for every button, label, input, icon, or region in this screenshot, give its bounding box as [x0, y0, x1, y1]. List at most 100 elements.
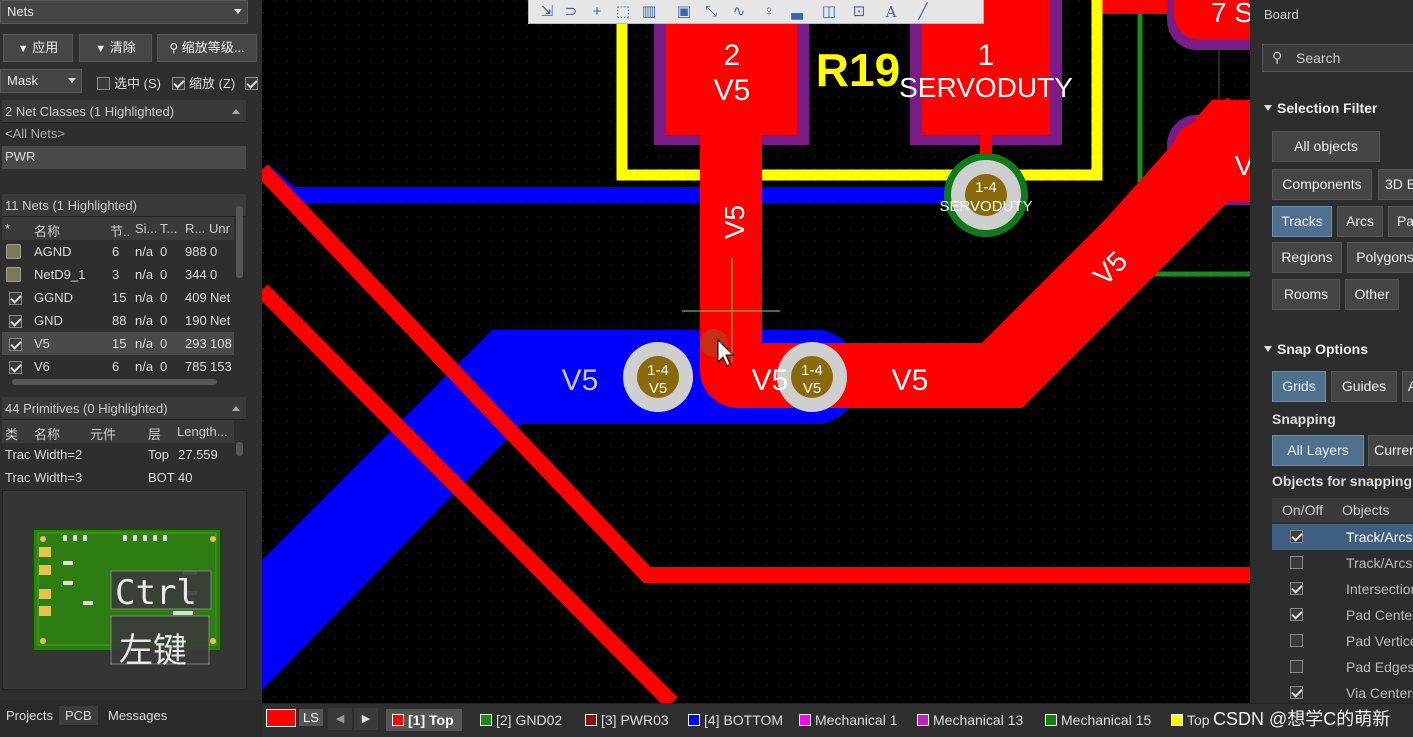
fill-icon[interactable]: ▃ — [787, 2, 807, 22]
text-icon[interactable]: A — [881, 2, 901, 22]
layer-tab[interactable]: Mechanical 13 — [911, 709, 1023, 731]
collapse-icon[interactable] — [232, 109, 240, 114]
snap-current-layer[interactable]: Curren — [1368, 435, 1413, 466]
layer-tab[interactable]: [3] PWR03 — [579, 709, 669, 731]
filter-select-icon[interactable]: ⇲ — [537, 2, 557, 22]
collapse-icon[interactable] — [232, 406, 240, 411]
tune-length-icon[interactable]: ∿ — [729, 2, 749, 22]
select-option[interactable]: 选中 (S) — [97, 73, 161, 92]
search-input[interactable]: ⚲ Search — [1262, 44, 1413, 72]
layer-tab[interactable]: [2] GND02 — [474, 709, 562, 731]
filter-3d-bodies[interactable]: 3D B — [1378, 169, 1413, 200]
tab-messages[interactable]: Messages — [102, 706, 173, 725]
col-component[interactable]: 元件 — [90, 424, 116, 443]
col-t[interactable]: T... — [160, 221, 177, 236]
zoom-level-button[interactable]: ⚲ 缩放等级... — [157, 34, 257, 62]
clear-button[interactable]: ▼ 清除 — [79, 34, 152, 62]
filter-polygons[interactable]: Polygons — [1347, 242, 1413, 273]
filter-components[interactable]: Components — [1272, 169, 1372, 200]
prev-layer-icon[interactable]: ◀ — [328, 708, 352, 730]
mask-dropdown[interactable]: Mask — [0, 69, 82, 93]
snap-object-checkbox[interactable] — [1290, 556, 1303, 569]
nets-dropdown[interactable]: Nets — [0, 0, 248, 24]
snap-axes[interactable]: A — [1402, 371, 1413, 402]
snap-guides[interactable]: Guides — [1331, 371, 1397, 402]
table-row[interactable]: GND 88 n/a 0 190 Net — [2, 309, 234, 332]
table-row[interactable]: AGND 6 n/a 0 988 0 — [2, 240, 234, 263]
align-icon[interactable]: ▥ — [639, 2, 659, 22]
nets-hscrollbar[interactable] — [12, 379, 217, 385]
polygon-icon[interactable]: ◫ — [819, 2, 839, 22]
next-layer-icon[interactable]: ▶ — [354, 708, 378, 730]
net-visible-checkbox[interactable] — [9, 291, 26, 306]
interactive-route-icon[interactable]: ⤡ — [701, 2, 721, 22]
layer-tab[interactable]: Mechanical 15 — [1039, 709, 1151, 731]
snap-object-checkbox[interactable] — [1290, 582, 1303, 595]
filter-arcs[interactable]: Arcs — [1337, 206, 1383, 237]
line-icon[interactable]: ╱ — [913, 2, 933, 22]
table-row[interactable]: GGND 15 n/a 0 409 Net — [2, 286, 234, 309]
extra-checkbox[interactable] — [244, 77, 258, 90]
table-row[interactable]: Trac Width=2 Top 27.559 — [2, 443, 234, 466]
col-unr[interactable]: Unr — [209, 221, 230, 236]
snap-object-row[interactable]: Pad Edges — [1272, 654, 1413, 680]
zoom-checkbox[interactable] — [172, 77, 185, 90]
select-checkbox[interactable] — [97, 77, 110, 90]
apply-button[interactable]: ▼ 应用 — [3, 34, 73, 62]
current-layer-swatch[interactable] — [266, 709, 296, 727]
col-layer[interactable]: 层 — [148, 424, 161, 443]
col-name[interactable]: 名称 — [34, 424, 60, 443]
route-icon[interactable]: ⊃ — [561, 2, 581, 22]
filter-rooms[interactable]: Rooms — [1272, 279, 1340, 310]
filter-other[interactable]: Other — [1345, 279, 1399, 310]
snap-object-row[interactable]: Pad Vertices — [1272, 628, 1413, 654]
col-name[interactable]: 名称 — [34, 221, 60, 240]
snap-object-row[interactable]: Pad Centers — [1272, 602, 1413, 628]
select-rect-icon[interactable]: ⬚ — [613, 2, 633, 22]
table-row[interactable]: V6 6 n/a 0 785 153 — [2, 355, 234, 378]
primitives-scrollbar[interactable] — [236, 442, 243, 456]
snap-object-checkbox[interactable] — [1290, 634, 1303, 647]
nets-scrollbar[interactable] — [236, 206, 243, 278]
zoom-option[interactable]: 缩放 (Z) — [172, 73, 262, 92]
col-star[interactable]: * — [5, 221, 10, 236]
net-visible-checkbox[interactable] — [9, 337, 26, 352]
snap-object-row[interactable]: Track/Arcs — [1272, 524, 1413, 550]
col-si[interactable]: Si... — [135, 221, 157, 236]
tab-pcb[interactable]: PCB — [59, 706, 98, 725]
table-row[interactable]: NetD9_1 3 n/a 0 344 0 — [2, 263, 234, 286]
board-minimap[interactable]: Ctrl 左键 — [2, 490, 247, 690]
net-visible-checkbox[interactable] — [9, 360, 26, 375]
net-color-swatch[interactable] — [6, 267, 21, 282]
filter-tracks[interactable]: Tracks — [1272, 206, 1332, 237]
col-r[interactable]: R... — [185, 221, 205, 236]
layer-tab[interactable]: [4] BOTTOM — [682, 709, 783, 731]
snap-object-row[interactable]: Intersection — [1272, 576, 1413, 602]
pcb-canvas[interactable]: 2 V5 R19 1 SERVODUTY 1-4 SERVODUTY V5 V5… — [262, 0, 1250, 703]
layer-tab[interactable]: Mechanical 1 — [793, 709, 898, 731]
net-visible-checkbox[interactable] — [9, 314, 26, 329]
snap-all-layers[interactable]: All Layers — [1272, 435, 1364, 466]
layer-tab[interactable]: Top — [1165, 709, 1210, 731]
col-length[interactable]: Length... — [177, 424, 228, 439]
snap-grids[interactable]: Grids — [1272, 371, 1326, 402]
table-row[interactable]: V5 15 n/a 0 293 108 — [2, 332, 234, 355]
snap-object-row[interactable]: Via Centers — [1272, 680, 1413, 703]
selection-filter-title[interactable]: Selection Filter — [1264, 100, 1377, 116]
table-row[interactable]: Trac Width=3 BOT 40 — [2, 466, 234, 489]
col-nodes[interactable]: 节.. — [110, 221, 130, 240]
tab-projects[interactable]: Projects — [0, 706, 59, 725]
snap-options-title[interactable]: Snap Options — [1264, 341, 1368, 357]
dimension-icon[interactable]: ⊡ — [849, 2, 869, 22]
layer-set-button[interactable]: LS — [299, 709, 323, 726]
filter-regions[interactable]: Regions — [1272, 242, 1342, 273]
net-class-item[interactable]: PWR — [2, 146, 246, 169]
net-color-swatch[interactable] — [6, 244, 21, 259]
crosshair-icon[interactable]: + — [587, 2, 607, 22]
filter-pads[interactable]: Pa — [1388, 206, 1413, 237]
layer-tab[interactable]: [1] Top — [386, 709, 462, 731]
snap-object-checkbox[interactable] — [1290, 686, 1303, 699]
snap-object-checkbox[interactable] — [1290, 530, 1303, 543]
filter-all-objects[interactable]: All objects — [1272, 131, 1380, 162]
net-class-item[interactable]: <All Nets> — [2, 123, 246, 146]
